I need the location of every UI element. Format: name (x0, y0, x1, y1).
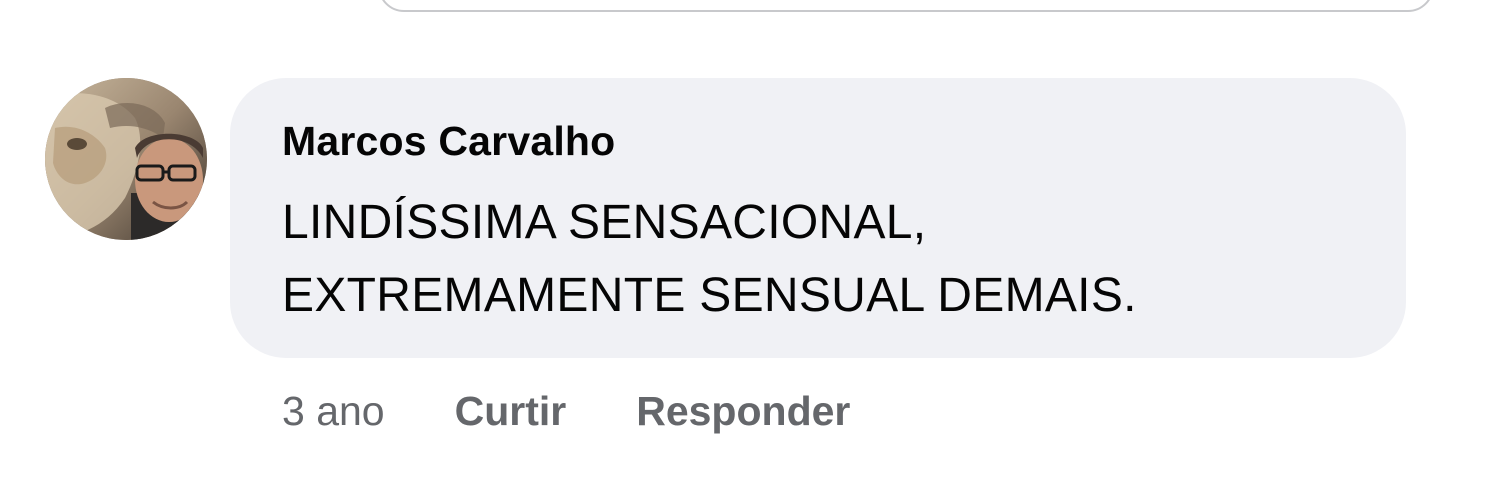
avatar[interactable] (45, 78, 207, 240)
comment-text-line: LINDÍSSIMA SENSACIONAL, (282, 196, 927, 249)
reply-button[interactable]: Responder (636, 388, 850, 435)
profile-photo (45, 78, 207, 240)
comment-thread: Marcos Carvalho LINDÍSSIMA SENSACIONAL, … (0, 0, 1497, 499)
comment-text-line: EXTREMAMENTE SENSUAL DEMAIS. (282, 269, 1137, 322)
previous-comment-box (378, 0, 1434, 12)
comment-text: LINDÍSSIMA SENSACIONAL, EXTREMAMENTE SEN… (282, 186, 1392, 332)
comment-timestamp[interactable]: 3 ano (282, 388, 385, 435)
like-button[interactable]: Curtir (455, 388, 567, 435)
comment-author-name[interactable]: Marcos Carvalho (282, 118, 615, 165)
comment-actions: 3 ano Curtir Responder (282, 385, 850, 437)
